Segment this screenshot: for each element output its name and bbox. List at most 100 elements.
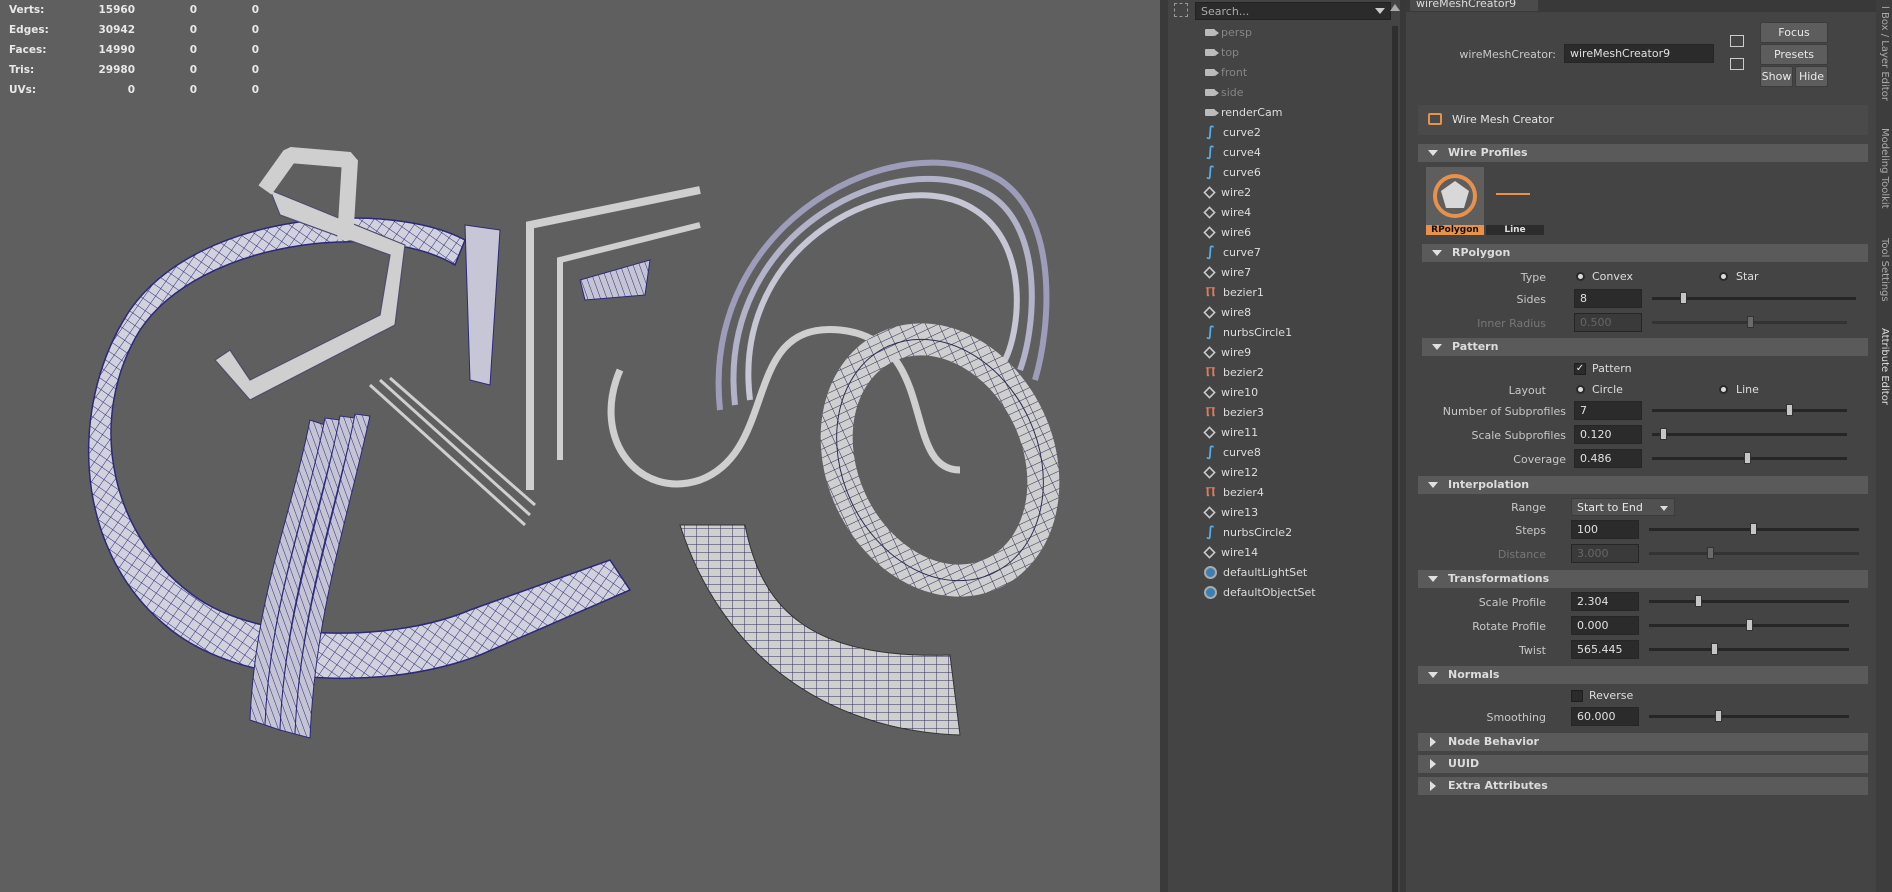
pattern-checkbox[interactable]: ✓ — [1574, 363, 1586, 375]
layout-circle-radio[interactable] — [1576, 385, 1585, 394]
slider-handle[interactable] — [1695, 595, 1702, 607]
slider-handle[interactable] — [1744, 452, 1751, 464]
section-interpolation[interactable]: Interpolation — [1418, 476, 1868, 494]
panel-splitter[interactable] — [1160, 0, 1168, 892]
outliner-item-bezier2[interactable]: Ⲡbezier2 — [1204, 362, 1374, 382]
outliner-item-bezier4[interactable]: Ⲡbezier4 — [1204, 482, 1374, 502]
outliner-item-wire2[interactable]: wire2 — [1203, 182, 1374, 202]
scale-subprofiles-field[interactable]: 0.120 — [1574, 425, 1642, 444]
select-filter-icon[interactable] — [1174, 3, 1188, 17]
outliner-item-defaultObjectSet[interactable]: defaultObjectSet — [1204, 582, 1374, 602]
slider-handle[interactable] — [1747, 316, 1754, 328]
outliner-item-wire7[interactable]: wire7 — [1203, 262, 1374, 282]
rotate-profile-field[interactable]: 0.000 — [1571, 616, 1639, 635]
slider-handle[interactable] — [1680, 292, 1687, 304]
outliner-item-wire13[interactable]: wire13 — [1203, 502, 1374, 522]
sides-field[interactable]: 8 — [1574, 289, 1642, 308]
scene-render[interactable] — [0, 0, 1160, 892]
profile-line-label[interactable]: Line — [1486, 225, 1544, 235]
section-pattern[interactable]: Pattern — [1422, 338, 1868, 356]
outliner-item-wire6[interactable]: wire6 — [1203, 222, 1374, 242]
tab-attribute-editor[interactable]: Attribute Editor — [1878, 328, 1890, 405]
slider-handle[interactable] — [1660, 428, 1667, 440]
section-extra-attributes[interactable]: Extra Attributes — [1418, 777, 1868, 795]
outliner-item-wire10[interactable]: wire10 — [1203, 382, 1374, 402]
smoothing-slider[interactable] — [1649, 710, 1849, 722]
sides-slider[interactable] — [1652, 292, 1856, 304]
focus-output-icon[interactable] — [1730, 58, 1744, 70]
outliner-item-curve6[interactable]: ∫ curve6 — [1204, 162, 1374, 182]
num-subprofiles-slider[interactable] — [1652, 404, 1847, 416]
section-transformations[interactable]: Transformations — [1418, 570, 1868, 588]
distance-slider[interactable] — [1649, 547, 1859, 559]
tab-wiremeshcreator9[interactable]: wireMeshCreator9 — [1410, 0, 1539, 11]
viewport-3d[interactable]: Verts: 15960 0 0 Edges: 30942 0 0 Faces: 14990 0… — [0, 0, 1160, 892]
outliner-item-nurbsCircle1[interactable]: ∫ nurbsCircle1 — [1204, 322, 1374, 342]
rotate-profile-slider[interactable] — [1649, 619, 1849, 631]
range-dropdown[interactable]: Start to End — [1571, 498, 1675, 516]
focus-input-icon[interactable] — [1730, 35, 1744, 47]
outliner-item-wire8[interactable]: wire8 — [1203, 302, 1374, 322]
outliner-item-bezier1[interactable]: Ⲡbezier1 — [1204, 282, 1374, 302]
hide-button[interactable]: Hide — [1795, 66, 1828, 87]
coverage-slider[interactable] — [1652, 452, 1847, 464]
outliner-item-front[interactable]: front — [1204, 62, 1374, 82]
outliner-item-wire14[interactable]: wire14 — [1203, 542, 1374, 562]
scroll-up-icon[interactable] — [1390, 4, 1400, 11]
tab-tool-settings[interactable]: Tool Settings — [1878, 238, 1890, 302]
outliner-item-bezier3[interactable]: Ⲡbezier3 — [1204, 402, 1374, 422]
slider-handle[interactable] — [1746, 619, 1753, 631]
outliner-item-wire11[interactable]: wire11 — [1203, 422, 1374, 442]
tab-modeling-toolkit[interactable]: Modeling Toolkit — [1878, 128, 1890, 209]
outliner-item-curve8[interactable]: ∫ curve8 — [1204, 442, 1374, 462]
chevron-down-icon[interactable] — [1375, 8, 1385, 14]
slider-handle[interactable] — [1750, 523, 1757, 535]
twist-field[interactable]: 565.445 — [1571, 640, 1639, 659]
outliner-item-top[interactable]: top — [1204, 42, 1374, 62]
slider-handle[interactable] — [1707, 547, 1714, 559]
section-uuid[interactable]: UUID — [1418, 755, 1868, 773]
slider-handle[interactable] — [1711, 643, 1718, 655]
outliner-item-curve4[interactable]: ∫ curve4 — [1204, 142, 1374, 162]
slider-handle[interactable] — [1786, 404, 1793, 416]
outliner-item-wire9[interactable]: wire9 — [1203, 342, 1374, 362]
outliner-item-renderCam[interactable]: renderCam — [1204, 102, 1374, 122]
section-node-behavior[interactable]: Node Behavior — [1418, 733, 1868, 751]
profile-rpolygon-label[interactable]: RPolygon — [1426, 225, 1484, 235]
presets-button[interactable]: Presets — [1760, 44, 1828, 65]
outliner-search-input[interactable]: Search... — [1195, 2, 1391, 20]
coverage-field[interactable]: 0.486 — [1574, 449, 1642, 468]
profile-rpolygon-thumb[interactable] — [1426, 167, 1484, 225]
scale-profile-field[interactable]: 2.304 — [1571, 592, 1639, 611]
focus-button[interactable]: Focus — [1760, 22, 1828, 43]
reverse-checkbox[interactable] — [1571, 690, 1583, 702]
outliner-item-curve2[interactable]: ∫ curve2 — [1204, 122, 1374, 142]
outliner-item-persp[interactable]: persp — [1204, 22, 1374, 42]
section-rpolygon[interactable]: RPolygon — [1422, 244, 1868, 262]
inner-radius-field[interactable]: 0.500 — [1574, 313, 1642, 332]
show-button[interactable]: Show — [1760, 66, 1793, 87]
node-name-field[interactable]: wireMeshCreator9 — [1564, 44, 1714, 63]
steps-field[interactable]: 100 — [1571, 520, 1639, 539]
type-star-radio[interactable] — [1719, 272, 1728, 281]
slider-handle[interactable] — [1715, 710, 1722, 722]
outliner-item-curve7[interactable]: ∫ curve7 — [1204, 242, 1374, 262]
twist-slider[interactable] — [1649, 643, 1849, 655]
outliner-item-wire4[interactable]: wire4 — [1203, 202, 1374, 222]
line-profile-icon[interactable] — [1496, 193, 1530, 195]
outliner-item-wire12[interactable]: wire12 — [1203, 462, 1374, 482]
scale-subprofiles-slider[interactable] — [1652, 428, 1847, 440]
outliner-item-defaultLightSet[interactable]: defaultLightSet — [1204, 562, 1374, 582]
outliner-scrollbar[interactable] — [1392, 26, 1398, 892]
distance-field[interactable]: 3.000 — [1571, 544, 1639, 563]
layout-line-radio[interactable] — [1719, 385, 1728, 394]
section-normals[interactable]: Normals — [1418, 666, 1868, 684]
steps-slider[interactable] — [1649, 523, 1859, 535]
num-subprofiles-field[interactable]: 7 — [1574, 401, 1642, 420]
scale-profile-slider[interactable] — [1649, 595, 1849, 607]
inner-radius-slider[interactable] — [1652, 316, 1847, 328]
type-convex-radio[interactable] — [1576, 272, 1585, 281]
outliner-item-side[interactable]: side — [1204, 82, 1374, 102]
outliner-item-nurbsCircle2[interactable]: ∫ nurbsCircle2 — [1204, 522, 1374, 542]
tab-channel-box-layer-editor[interactable]: l Box / Layer Editor — [1878, 6, 1890, 101]
